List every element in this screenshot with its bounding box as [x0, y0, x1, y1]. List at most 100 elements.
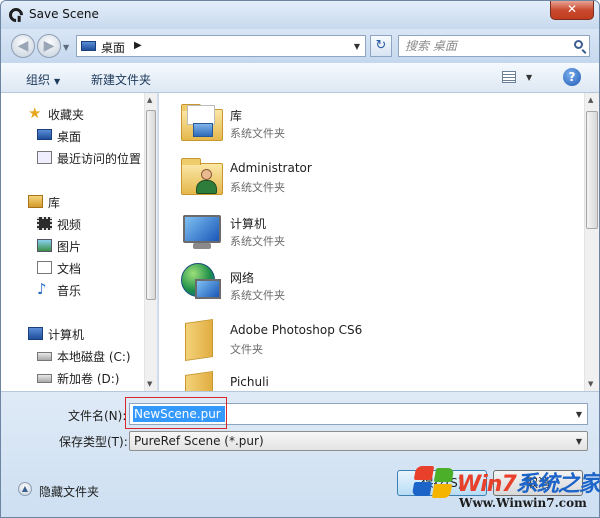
watermark-brand-7: 7	[501, 472, 516, 497]
filetype-label: 保存类型(T):	[59, 435, 128, 449]
sidebar-item-label: 视频	[57, 218, 82, 232]
recent-places-icon	[37, 151, 52, 164]
scroll-up-icon[interactable]: ▲	[588, 96, 593, 104]
filetype-select[interactable]: PureRef Scene (*.pur) ▼	[129, 431, 588, 451]
computer-icon	[179, 209, 225, 253]
search-icon[interactable]	[574, 40, 583, 49]
sidebar-item-desktop[interactable]: 桌面	[37, 128, 82, 145]
refresh-button[interactable]: ↻	[370, 35, 392, 57]
file-name: Administrator	[230, 161, 312, 175]
breadcrumb-desktop[interactable]: 桌面	[101, 39, 125, 56]
organize-button[interactable]: 组织 ▼	[26, 71, 60, 88]
sidebar-item-documents[interactable]: 文档	[37, 260, 82, 277]
video-icon	[37, 217, 52, 230]
organize-label: 组织	[26, 73, 51, 87]
back-button[interactable]: ◀	[11, 34, 35, 58]
computer-icon	[28, 327, 43, 340]
search-box	[398, 35, 590, 57]
local-disk-icon	[37, 352, 52, 361]
list-item[interactable]: 库 系统文件夹	[179, 101, 559, 151]
help-icon[interactable]: ?	[563, 68, 581, 86]
library-folder-icon	[179, 101, 225, 145]
file-type: 文件夹	[230, 343, 263, 356]
watermark-url: Www.Winwin7.com	[459, 496, 587, 510]
list-item[interactable]: Pichuli	[179, 369, 559, 391]
sidebar-item-libraries[interactable]: 库	[28, 194, 61, 211]
watermark-brand: Win7系统之家	[457, 466, 600, 498]
scrollbar-thumb[interactable]	[586, 111, 598, 229]
scrollbar-thumb[interactable]	[146, 110, 156, 300]
new-folder-button[interactable]: 新建文件夹	[91, 71, 151, 88]
close-button[interactable]: ✕	[550, 1, 594, 20]
title-bar[interactable]: Save Scene ✕	[1, 1, 599, 29]
file-name: 网络	[230, 271, 255, 285]
list-item[interactable]: Adobe Photoshop CS6 文件夹	[179, 317, 559, 367]
navigation-pane: ★ 收藏夹 桌面 最近访问的位置 库 视频 图片 文档 ♪ 音乐 计算机 本地磁…	[1, 93, 158, 391]
folder-icon	[179, 317, 225, 361]
desktop-icon	[37, 129, 52, 140]
sidebar-item-label: 文档	[57, 262, 82, 276]
pictures-icon	[37, 239, 52, 252]
sidebar-item-label: 桌面	[57, 130, 82, 144]
toolbar: 组织 ▼ 新建文件夹 ▼ ?	[1, 63, 599, 93]
sidebar-item-label: 图片	[57, 240, 82, 254]
libraries-icon	[28, 195, 43, 208]
folder-icon	[179, 369, 225, 391]
file-type: 系统文件夹	[230, 181, 285, 194]
address-bar[interactable]: 桌面 ▶ ▼	[76, 35, 366, 57]
list-item[interactable]: 网络 系统文件夹	[179, 263, 559, 313]
view-options-icon[interactable]	[502, 71, 516, 83]
watermark-brand-win: Win	[457, 472, 502, 497]
sidebar-item-favorites[interactable]: ★ 收藏夹	[28, 106, 85, 123]
view-dropdown-icon[interactable]: ▼	[526, 73, 532, 82]
search-input[interactable]	[405, 38, 565, 54]
breadcrumb-chevron-icon[interactable]: ▶	[134, 40, 142, 51]
sidebar-item-label: 库	[48, 196, 61, 210]
hide-folders-toggle-icon[interactable]: ▲	[18, 482, 32, 496]
documents-icon	[37, 261, 52, 274]
window-title: Save Scene	[29, 7, 99, 21]
file-name: Adobe Photoshop CS6	[230, 323, 363, 337]
scroll-down-icon[interactable]: ▼	[588, 380, 593, 388]
new-volume-icon	[37, 374, 52, 383]
music-icon: ♪	[37, 280, 47, 298]
sidebar-item-videos[interactable]: 视频	[37, 216, 82, 233]
sidebar-item-label: 音乐	[57, 284, 82, 298]
file-list-scrollbar[interactable]: ▲ ▼	[584, 93, 599, 391]
filetype-value: PureRef Scene (*.pur)	[134, 434, 264, 448]
sidebar-item-label: 最近访问的位置	[57, 152, 142, 166]
file-name: 计算机	[230, 217, 267, 231]
filetype-dropdown-icon: ▼	[575, 437, 582, 446]
sidebar-item-label: 计算机	[48, 328, 85, 342]
filename-dropdown-icon[interactable]: ▼	[576, 410, 582, 419]
list-item[interactable]: Administrator 系统文件夹	[179, 155, 559, 205]
organize-chevron-icon: ▼	[54, 77, 61, 86]
scroll-up-icon[interactable]: ▲	[147, 96, 152, 104]
file-name: 库	[230, 109, 243, 123]
sidebar-item-new-volume-d[interactable]: 新加卷 (D:)	[37, 370, 120, 387]
forward-button[interactable]: ▶	[37, 34, 61, 58]
watermark: Win7系统之家 Www.Winwin7.com	[405, 462, 600, 518]
hide-folders-label[interactable]: 隐藏文件夹	[39, 483, 99, 500]
sidebar-item-recent-places[interactable]: 最近访问的位置	[37, 150, 142, 167]
sidebar-item-label: 本地磁盘 (C:)	[57, 350, 131, 364]
sidebar-item-label: 收藏夹	[48, 108, 85, 122]
save-scene-dialog: Save Scene ✕ ◀ ▶ ▼ 桌面 ▶ ▼ ↻ 组织▼ 新建文件夹 ▼ …	[0, 0, 600, 518]
sidebar-item-computer[interactable]: 计算机	[28, 326, 85, 343]
sidebar-item-pictures[interactable]: 图片	[37, 238, 82, 255]
address-dropdown-icon[interactable]: ▼	[354, 42, 360, 51]
star-icon: ★	[28, 104, 42, 122]
sidebar-item-label: 新加卷 (D:)	[57, 372, 120, 386]
scroll-down-icon[interactable]: ▼	[147, 380, 152, 388]
file-type: 系统文件夹	[230, 289, 285, 302]
recent-locations-chevron-icon[interactable]: ▼	[63, 43, 69, 52]
pureref-app-icon	[6, 5, 26, 25]
windows-logo-icon	[409, 464, 455, 498]
address-bar-row: ◀ ▶ ▼ 桌面 ▶ ▼ ↻	[1, 29, 599, 63]
sidebar-item-music[interactable]: ♪ 音乐	[37, 282, 82, 299]
list-item[interactable]: 计算机 系统文件夹	[179, 209, 559, 259]
desktop-icon	[81, 41, 96, 51]
sidebar-item-local-disk-c[interactable]: 本地磁盘 (C:)	[37, 348, 131, 365]
file-name: Pichuli	[230, 375, 269, 389]
navigation-pane-scrollbar[interactable]: ▲ ▼	[144, 93, 157, 391]
